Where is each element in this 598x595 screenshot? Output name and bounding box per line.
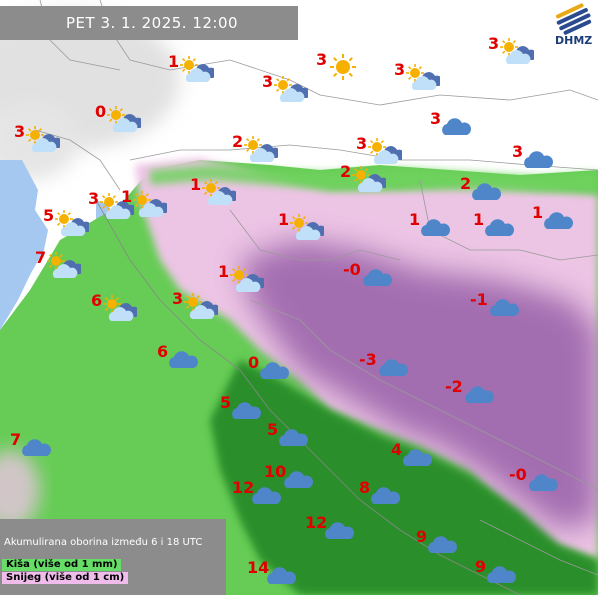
station-temp: 9 [475, 557, 487, 576]
legend-title: Akumulirana oborina između 6 i 18 UTC [4, 537, 203, 548]
station-temp: 3 [14, 122, 26, 141]
partly-cloudy-icon [406, 64, 440, 90]
station-temp: 1 [532, 203, 544, 222]
partly-cloudy-icon [368, 138, 402, 164]
station-temp: 8 [359, 478, 371, 497]
dhmz-logo-text: DHMZ [555, 34, 593, 47]
station-temp: 5 [43, 206, 55, 225]
cloud-icon [169, 351, 198, 368]
cloud-icon [284, 471, 313, 488]
cloud-icon [371, 487, 400, 504]
station-temp: 3 [394, 60, 406, 79]
cloud-icon [279, 429, 308, 446]
partly-cloudy-icon [26, 126, 60, 152]
station-temp: 1 [190, 175, 202, 194]
station-temp: 3 [262, 72, 274, 91]
partly-cloudy-icon [274, 76, 308, 102]
station-temp: 5 [220, 393, 232, 412]
station-temp: 0 [248, 353, 260, 372]
station-temp: 1 [278, 210, 290, 229]
partly-cloudy-icon [352, 166, 386, 192]
station-temp: 7 [35, 248, 47, 267]
station-temp: 14 [247, 558, 270, 577]
station-temp: 0 [95, 102, 107, 121]
cloud-icon [421, 219, 450, 236]
station-temp: 3 [356, 134, 368, 153]
cloud-icon [442, 118, 471, 135]
station-temp: -0 [343, 260, 361, 279]
station-temp: -1 [470, 290, 488, 309]
partly-cloudy-icon [500, 38, 534, 64]
station-temp: 1 [473, 210, 485, 229]
legend-snow: Snijeg (više od 1 cm) [2, 572, 129, 584]
cloud-icon [465, 386, 494, 403]
station-temp: 2 [460, 174, 472, 193]
date-time-header: PET 3. 1. 2025. 12:00 [0, 6, 298, 40]
cloud-icon [428, 536, 457, 553]
cloud-icon [267, 567, 296, 584]
station-temp: 3 [430, 109, 442, 128]
cloud-icon [232, 402, 261, 419]
partly-cloudy-icon [244, 136, 278, 162]
weather-map: PET 3. 1. 2025. 12:00 DHMZ 1333303323322… [0, 0, 598, 595]
cloud-icon [490, 299, 519, 316]
cloud-icon [260, 362, 289, 379]
cloud-icon [487, 566, 516, 583]
station-temp: 1 [409, 210, 421, 229]
station-temp: 3 [88, 189, 100, 208]
legend-box: Akumulirana oborina između 6 i 18 UTC Ki… [0, 519, 226, 595]
station-temp: 1 [168, 52, 180, 71]
station-temp: 3 [488, 34, 500, 53]
station-temp: 2 [232, 132, 244, 151]
cloud-icon [252, 487, 281, 504]
station-temp: 1 [121, 187, 133, 206]
station-temp: 4 [391, 440, 403, 459]
cloud-icon [544, 212, 573, 229]
cloud-icon [325, 522, 354, 539]
partly-cloudy-icon [47, 252, 81, 278]
station-temp: 9 [416, 527, 428, 546]
station-temp: -3 [359, 350, 377, 369]
partly-cloudy-icon [133, 191, 167, 217]
partly-cloudy-icon [184, 293, 218, 319]
station-temp: 12 [305, 513, 328, 532]
legend-rain: Kiša (više od 1 mm) [2, 559, 122, 571]
station-temp: -2 [445, 377, 463, 396]
cloud-icon [379, 359, 408, 376]
station-temp: 3 [172, 289, 184, 308]
cloud-icon [363, 269, 392, 286]
station-temp: 6 [91, 291, 103, 310]
station-temp: 7 [10, 430, 22, 449]
cloud-icon [403, 449, 432, 466]
station-temp: 5 [267, 420, 279, 439]
partly-cloudy-icon [103, 295, 137, 321]
station-temp: 1 [218, 262, 230, 281]
cloud-icon [472, 183, 501, 200]
station-temp: 10 [264, 462, 287, 481]
partly-cloudy-icon [180, 56, 214, 82]
station-temp: -0 [509, 465, 527, 484]
cloud-icon [524, 151, 553, 168]
cloud-icon [22, 439, 51, 456]
partly-cloudy-icon [202, 179, 236, 205]
cloud-icon [529, 474, 558, 491]
station-temp: 2 [340, 162, 352, 181]
partly-cloudy-icon [107, 106, 141, 132]
station-temp: 3 [512, 142, 524, 161]
partly-cloudy-icon [230, 266, 264, 292]
station-temp: 3 [316, 50, 328, 69]
partly-cloudy-icon [55, 210, 89, 236]
partly-cloudy-icon [290, 214, 324, 240]
cloud-icon [485, 219, 514, 236]
station-temp: 6 [157, 342, 169, 361]
station-temp: 12 [232, 478, 255, 497]
sun-icon [330, 54, 356, 80]
